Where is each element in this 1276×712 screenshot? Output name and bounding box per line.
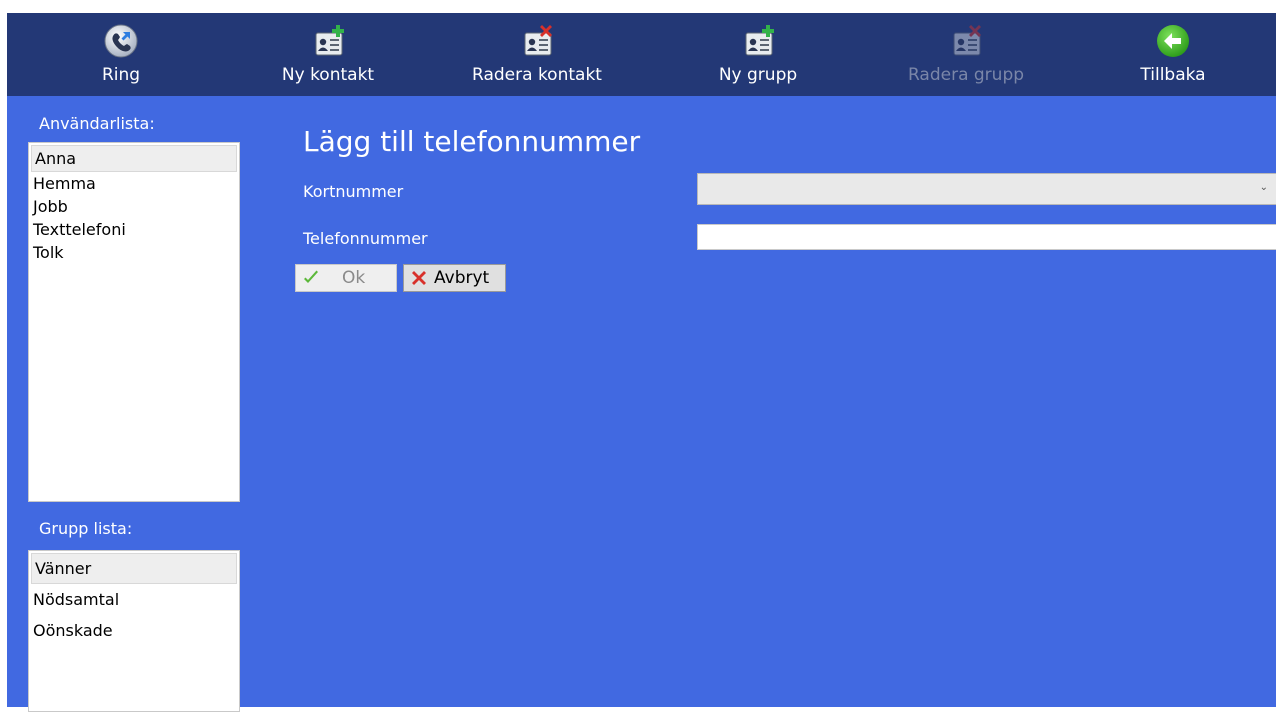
group-list[interactable]: Vänner Nödsamtal Oönskade — [28, 550, 240, 712]
delete-contact-label: Radera kontakt — [472, 65, 602, 85]
ring-button[interactable]: Ring — [36, 13, 206, 96]
user-list-selected-contact[interactable]: Anna — [31, 145, 237, 172]
delete-group-button[interactable]: Radera grupp — [881, 13, 1051, 96]
list-item[interactable]: Nödsamtal — [29, 584, 239, 615]
add-group-icon — [745, 25, 774, 56]
delete-group-label: Radera grupp — [907, 65, 1025, 85]
back-arrow-icon — [1157, 25, 1189, 57]
chevron-down-icon: ⌄ — [1259, 182, 1268, 193]
telefonnummer-input[interactable] — [697, 224, 1276, 250]
back-label: Tillbaka — [1140, 65, 1206, 85]
cancel-button[interactable]: Avbryt — [403, 264, 506, 292]
delete-contact-icon — [524, 25, 552, 56]
list-item[interactable]: Oönskade — [29, 615, 239, 646]
delete-contact-button[interactable]: Radera kontakt — [452, 13, 622, 96]
group-list-selected-group[interactable]: Vänner — [31, 553, 237, 584]
phone-icon — [104, 24, 138, 58]
kortnummer-select[interactable]: ⌄ — [697, 173, 1276, 205]
app-window: Ring Ny kontakt Radera kontakt Ny grupp … — [7, 13, 1276, 712]
user-list[interactable]: Anna Hemma Jobb Texttelefoni Tolk — [28, 142, 240, 502]
cancel-label: Avbryt — [434, 268, 490, 288]
list-item[interactable]: Texttelefoni — [29, 218, 239, 241]
add-contact-icon — [315, 25, 344, 56]
back-button[interactable]: Tillbaka — [1088, 13, 1258, 96]
ring-label: Ring — [101, 65, 141, 85]
checkmark-icon — [304, 270, 318, 283]
kortnummer-label: Kortnummer — [303, 182, 404, 201]
page-title: Lägg till telefonnummer — [303, 125, 641, 158]
telefonnummer-label: Telefonnummer — [303, 229, 428, 248]
group-list-heading: Grupp lista: — [39, 519, 133, 538]
list-item[interactable]: Tolk — [29, 241, 239, 264]
new-group-label: Ny grupp — [718, 65, 798, 85]
close-icon — [412, 271, 426, 285]
new-contact-button[interactable]: Ny kontakt — [243, 13, 413, 96]
list-item[interactable]: Hemma — [29, 172, 239, 195]
list-item[interactable]: Jobb — [29, 195, 239, 218]
delete-group-icon — [953, 25, 981, 56]
ok-button[interactable]: Ok — [295, 264, 397, 292]
new-contact-label: Ny kontakt — [281, 65, 375, 85]
new-group-button[interactable]: Ny grupp — [673, 13, 843, 96]
ok-label: Ok — [342, 268, 366, 288]
user-list-heading: Användarlista: — [39, 114, 155, 133]
toolbar: Ring Ny kontakt Radera kontakt Ny grupp … — [7, 13, 1276, 96]
